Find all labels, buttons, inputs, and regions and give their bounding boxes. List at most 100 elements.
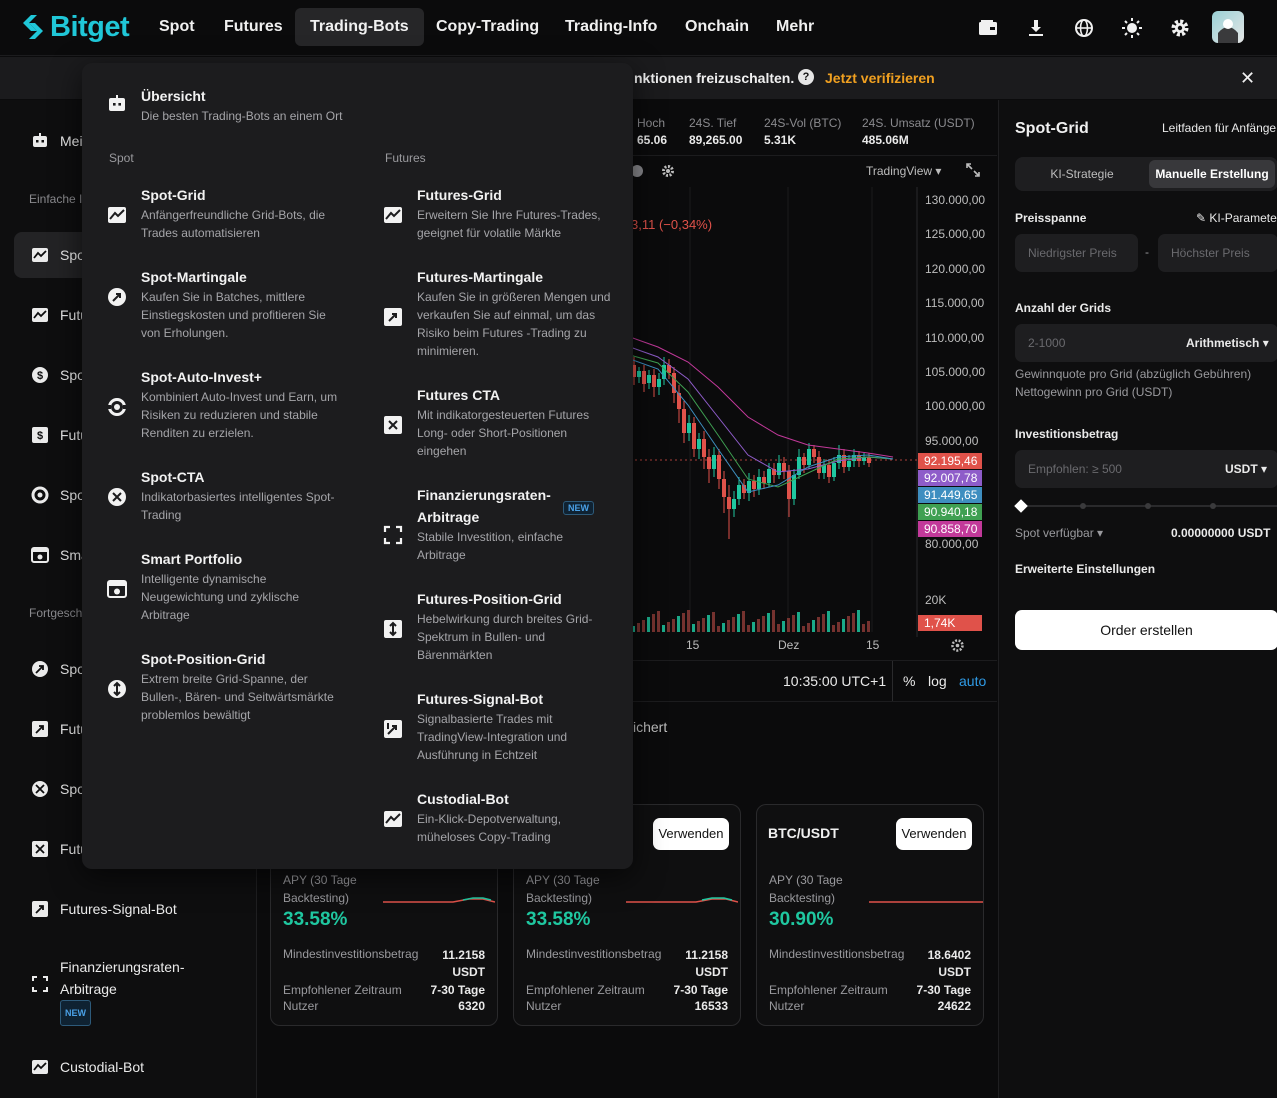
nav-futures[interactable]: Futures <box>209 8 298 46</box>
volume-axis-label: 20K <box>925 593 947 607</box>
menu-item-title: Spot-CTA <box>141 469 205 485</box>
close-icon[interactable]: ✕ <box>1240 68 1255 89</box>
volume-bar <box>757 619 760 632</box>
candle-body <box>812 449 816 457</box>
grid-mode-select[interactable]: Arithmetisch ▾ <box>1186 324 1269 362</box>
log-toggle[interactable]: log <box>928 673 947 689</box>
volume-bar <box>762 616 765 632</box>
menu-item-title: Futures-Martingale <box>417 269 544 285</box>
menu-item-spot-position-grid[interactable]: Spot-Position-Grid Extrem breite Grid-Sp… <box>106 648 346 728</box>
nav-onchain[interactable]: Onchain <box>670 8 764 46</box>
volume-bar <box>697 621 700 632</box>
menu-item-spot-auto-invest[interactable]: Spot-Auto-Invest+ Kombiniert Auto-Invest… <box>106 366 346 446</box>
menu-item-futures-martingale[interactable]: Futures-Martingale Kaufen Sie in größere… <box>382 266 612 366</box>
menu-item-desc: Anfängerfreundliche Grid-Bots, die Trade… <box>141 208 326 240</box>
candle-body <box>647 375 651 383</box>
menu-item-funding-arbitrage[interactable]: Finanzierungsraten-Arbitrage NEW Stabile… <box>382 484 612 574</box>
nav-copy-trading[interactable]: Copy-Trading <box>421 8 554 46</box>
menu-item-desc: Signalbasierte Trades mit TradingView-In… <box>417 712 568 762</box>
high-price-input[interactable]: Höchster Preis <box>1158 234 1277 272</box>
nav-trading-info[interactable]: Trading-Info <box>550 8 672 46</box>
slider-handle[interactable] <box>1014 499 1028 513</box>
investment-slider[interactable] <box>1014 499 1277 513</box>
grid-count-input[interactable]: 2-1000 Arithmetisch ▾ <box>1015 324 1277 362</box>
use-button[interactable]: Verwenden <box>653 818 729 850</box>
candle-body <box>777 463 781 475</box>
chart-settings-gear-icon[interactable] <box>950 638 965 658</box>
sidebar-item-label: Futures-Signal-Bot <box>60 901 177 917</box>
volume-bar <box>707 615 710 632</box>
volume-bar <box>722 623 725 632</box>
sidebar-item-funding-arbitrage[interactable]: Finanzierungsraten- Arbitrage NEW <box>14 959 244 1026</box>
volume-bar <box>857 610 860 632</box>
candle-body <box>767 469 771 483</box>
menu-item-futures-cta[interactable]: Futures CTA Mit indikatorgesteuerten Fut… <box>382 384 612 464</box>
volume-bar <box>817 617 820 632</box>
volume-bar <box>677 616 680 632</box>
divider <box>892 661 893 701</box>
help-icon[interactable]: ? <box>798 69 814 85</box>
price-tag: 91.449,65 <box>918 487 982 503</box>
sidebar-item-futures-signal-bot[interactable]: Futures-Signal-Bot <box>14 886 244 932</box>
percent-toggle[interactable]: % <box>903 673 915 689</box>
menu-item-futures-position-grid[interactable]: Futures-Position-Grid Hebelwirkung durch… <box>382 588 612 668</box>
investment-input[interactable]: Empfohlen: ≥ 500 USDT ▾ <box>1015 450 1277 488</box>
menu-item-title: Spot-Auto-Invest+ <box>141 369 262 385</box>
sidebar-item-custodial-bot[interactable]: Custodial-Bot <box>14 1044 244 1090</box>
menu-item-futures-signal-bot[interactable]: Futures-Signal-Bot Signalbasierte Trades… <box>382 688 612 768</box>
download-icon[interactable] <box>1022 14 1050 42</box>
menu-item-overview[interactable]: Übersicht Die besten Trading-Bots an ein… <box>106 85 606 125</box>
candle-body <box>752 481 756 489</box>
menu-item-custodial-bot[interactable]: Custodial-Bot Ein-Klick-Depotverwaltung,… <box>382 788 612 848</box>
menu-item-spot-cta[interactable]: Spot-CTA Indikatorbasiertes intelligente… <box>106 466 346 526</box>
volume-bar <box>657 611 660 632</box>
candle-body <box>702 439 706 457</box>
fullscreen-icon[interactable] <box>966 163 980 182</box>
bitget-logo[interactable]: Bitget <box>20 10 130 44</box>
apy-label: APY (30 Tage Backtesting) <box>769 873 843 905</box>
wallet-icon[interactable] <box>974 14 1002 42</box>
stat-high: Hoch 65.06 <box>637 116 668 147</box>
menu-item-desc: Mit indikatorgesteuerten Futures Long- o… <box>417 408 590 458</box>
strategy-card[interactable]: BTC/USDT Verwenden APY (30 Tage Backtest… <box>756 804 984 1026</box>
tab-ai-strategy[interactable]: KI-Strategie <box>1018 160 1146 188</box>
create-order-button[interactable]: Order erstellen <box>1015 610 1277 650</box>
avatar[interactable] <box>1212 11 1244 43</box>
menu-item-spot-martingale[interactable]: Spot-Martingale Kaufen Sie in Batches, m… <box>106 266 346 346</box>
bitget-logo-icon <box>23 15 43 39</box>
menu-item-futures-grid[interactable]: Futures-Grid Erweitern Sie Ihre Futures-… <box>382 184 612 244</box>
candle-body <box>732 499 736 509</box>
nav-spot[interactable]: Spot <box>144 8 210 46</box>
price-tag: 92.007,78 <box>918 470 982 486</box>
menu-item-title: Smart Portfolio <box>141 551 243 567</box>
ai-params-link[interactable]: ✎ KI-Paramete <box>1196 211 1277 225</box>
auto-toggle[interactable]: auto <box>959 673 986 689</box>
saved-strategies-tab[interactable]: ichert <box>633 719 667 735</box>
dollar-cycle-icon: $ <box>30 365 50 385</box>
globe-icon[interactable] <box>1070 14 1098 42</box>
sun-icon[interactable] <box>1118 14 1146 42</box>
volume-bar <box>792 615 795 632</box>
menu-item-spot-grid[interactable]: Spot-Grid Anfängerfreundliche Grid-Bots,… <box>106 184 346 244</box>
menu-item-smart-portfolio[interactable]: Smart Portfolio Intelligente dynamische … <box>106 548 346 628</box>
tab-manual[interactable]: Manuelle Erstellung <box>1149 160 1275 188</box>
chart-settings-icon[interactable] <box>661 164 675 183</box>
volume-bar <box>642 620 645 632</box>
volume-bar <box>797 612 800 632</box>
gear-icon[interactable] <box>1166 14 1194 42</box>
candle-body <box>832 463 836 477</box>
investment-unit-select[interactable]: USDT ▾ <box>1225 450 1267 488</box>
volume-bar <box>682 613 685 632</box>
verify-link[interactable]: Jetzt verifizieren <box>825 70 935 86</box>
nav-mehr[interactable]: Mehr <box>761 8 829 46</box>
use-button[interactable]: Verwenden <box>896 818 972 850</box>
tradingview-select[interactable]: TradingView ▾ <box>866 164 941 178</box>
volume-bar <box>822 614 825 632</box>
nav-trading-bots[interactable]: Trading-Bots <box>295 8 424 46</box>
menu-item-desc: Ein-Klick-Depotverwaltung, müheloses Cop… <box>417 812 562 844</box>
y-axis-label: 95.000,00 <box>925 434 979 448</box>
spot-available-label[interactable]: Spot verfügbar ▾ <box>1015 526 1103 540</box>
low-price-input[interactable]: Niedrigster Preis <box>1015 234 1138 272</box>
beginner-guide-link[interactable]: Leitfaden für Anfänge <box>1162 121 1276 135</box>
advanced-settings[interactable]: Erweiterte Einstellungen <box>1015 562 1155 576</box>
